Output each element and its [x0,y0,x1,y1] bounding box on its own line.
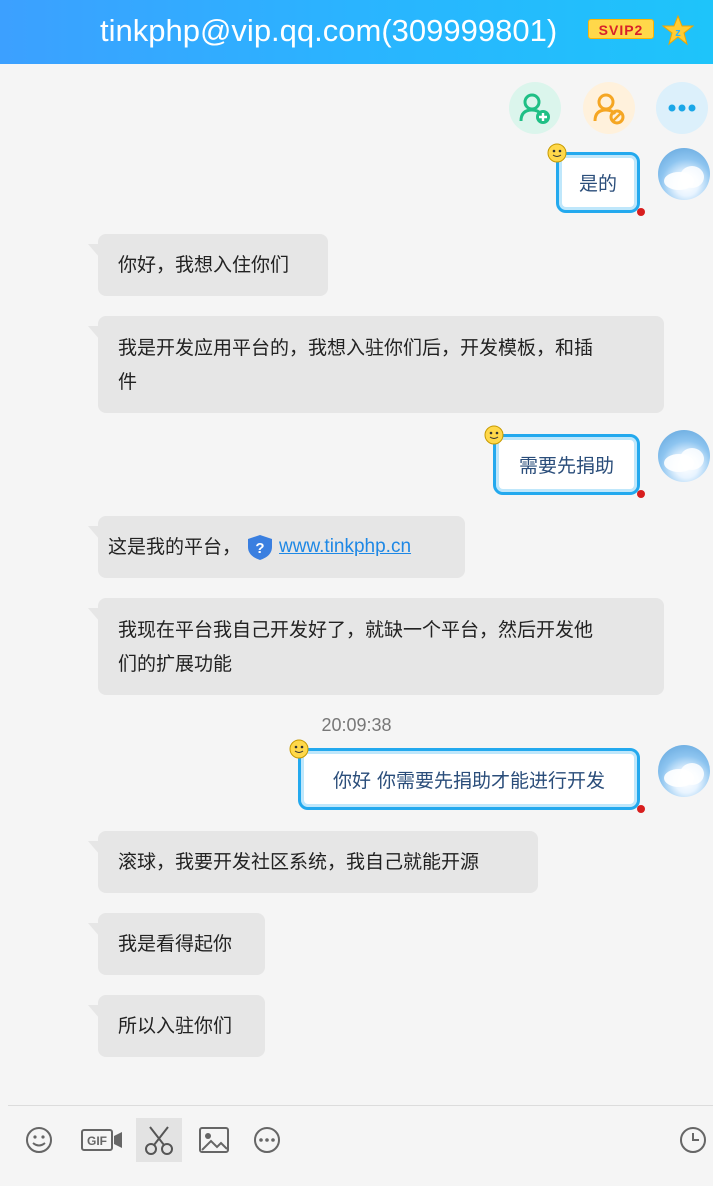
message-text: 我是看得起你 [118,933,233,955]
message-text-line: 我是开发应用平台的，我想入驻你们后，开发模板，和插 [118,337,594,359]
star-icon: z [662,14,694,46]
message-bubble-in[interactable]: 你好，我想入住你们 [88,234,328,296]
contact-title: tinkphp@vip.qq.com(309999801) [100,13,558,48]
more-options-icon [254,1127,280,1153]
message-text: 是的 [578,173,617,195]
screenshot-scissors-icon [145,1126,173,1155]
svip-badge: SVIP2 [588,19,654,39]
platform-link[interactable]: www.tinkphp.cn [279,530,411,564]
gif-icon: GIF [81,1129,122,1151]
message-bubble-in[interactable]: 我是看得起你 [88,913,265,975]
image-icon [199,1127,229,1153]
message-bubble-in[interactable]: 滚球，我要开发社区系统，我自己就能开源 [88,831,538,893]
message-text: 需要先捐助 [518,455,614,477]
image-button[interactable] [191,1118,237,1162]
message-bubble-out[interactable]: 你好 你需要先捐助才能进行开发 [289,739,645,813]
message-bubble-in[interactable]: 我现在平台我自己开发好了，就缺一个平台，然后开发他 们的扩展功能 [88,598,664,695]
message-text-line: 件 [118,371,138,393]
bubble-dot [637,805,645,813]
profile-settings-button[interactable] [583,82,635,134]
screenshot-button[interactable] [136,1118,182,1162]
history-button[interactable] [678,1118,713,1162]
bubble-dot [637,208,645,216]
add-user-icon [519,93,550,124]
more-options-button[interactable] [244,1118,290,1162]
message-text: 你好 你需要先捐助才能进行开发 [332,769,606,792]
security-shield-icon: ? [248,535,273,560]
more-icon [668,104,696,112]
svg-text:z: z [675,27,681,39]
title-bar: tinkphp@vip.qq.com(309999801) SVIP2 z [0,0,713,64]
message-bubble-in[interactable]: 这是我的平台， ? www.tinkphp.cn [88,516,465,578]
input-toolbar: GIF [8,1105,713,1186]
message-text: 你好，我想入住你们 [118,254,290,276]
add-member-button[interactable] [509,82,561,134]
message-text: 所以入驻你们 [118,1015,233,1037]
more-actions-button[interactable] [656,82,708,134]
chat-area[interactable]: 是的 你好，我想入住你们 我是开发应用平台的，我想入驻你们后，开发模板，和插 件… [0,64,713,1104]
bubble-smiley-icon [547,143,567,163]
my-avatar[interactable] [658,745,710,797]
gif-button[interactable]: GIF [74,1118,130,1162]
message-text: 滚球，我要开发社区系统，我自己就能开源 [118,851,480,873]
message-bubble-in[interactable]: 所以入驻你们 [88,995,265,1057]
history-clock-icon [680,1127,706,1153]
bubble-smiley-icon [289,739,309,759]
my-avatar[interactable] [658,148,710,200]
message-bubble-in[interactable]: 我是开发应用平台的，我想入驻你们后，开发模板，和插 件 [88,316,664,413]
message-bubble-out[interactable]: 是的 [547,143,645,216]
message-text-line: 们的扩展功能 [118,653,233,675]
my-avatar[interactable] [658,430,710,482]
message-bubble-out[interactable]: 需要先捐助 [484,425,645,498]
message-text: 这是我的平台， [108,536,242,558]
bubble-dot [637,490,645,498]
emoji-icon [26,1127,52,1153]
message-timestamp: 20:09:38 [321,715,392,735]
emoji-button[interactable] [16,1118,62,1162]
svg-text:?: ? [255,540,264,557]
bubble-smiley-icon [484,425,504,445]
user-settings-icon [593,93,625,125]
message-text-line: 我现在平台我自己开发好了，就缺一个平台，然后开发他 [118,619,594,641]
svg-text:GIF: GIF [87,1134,107,1148]
